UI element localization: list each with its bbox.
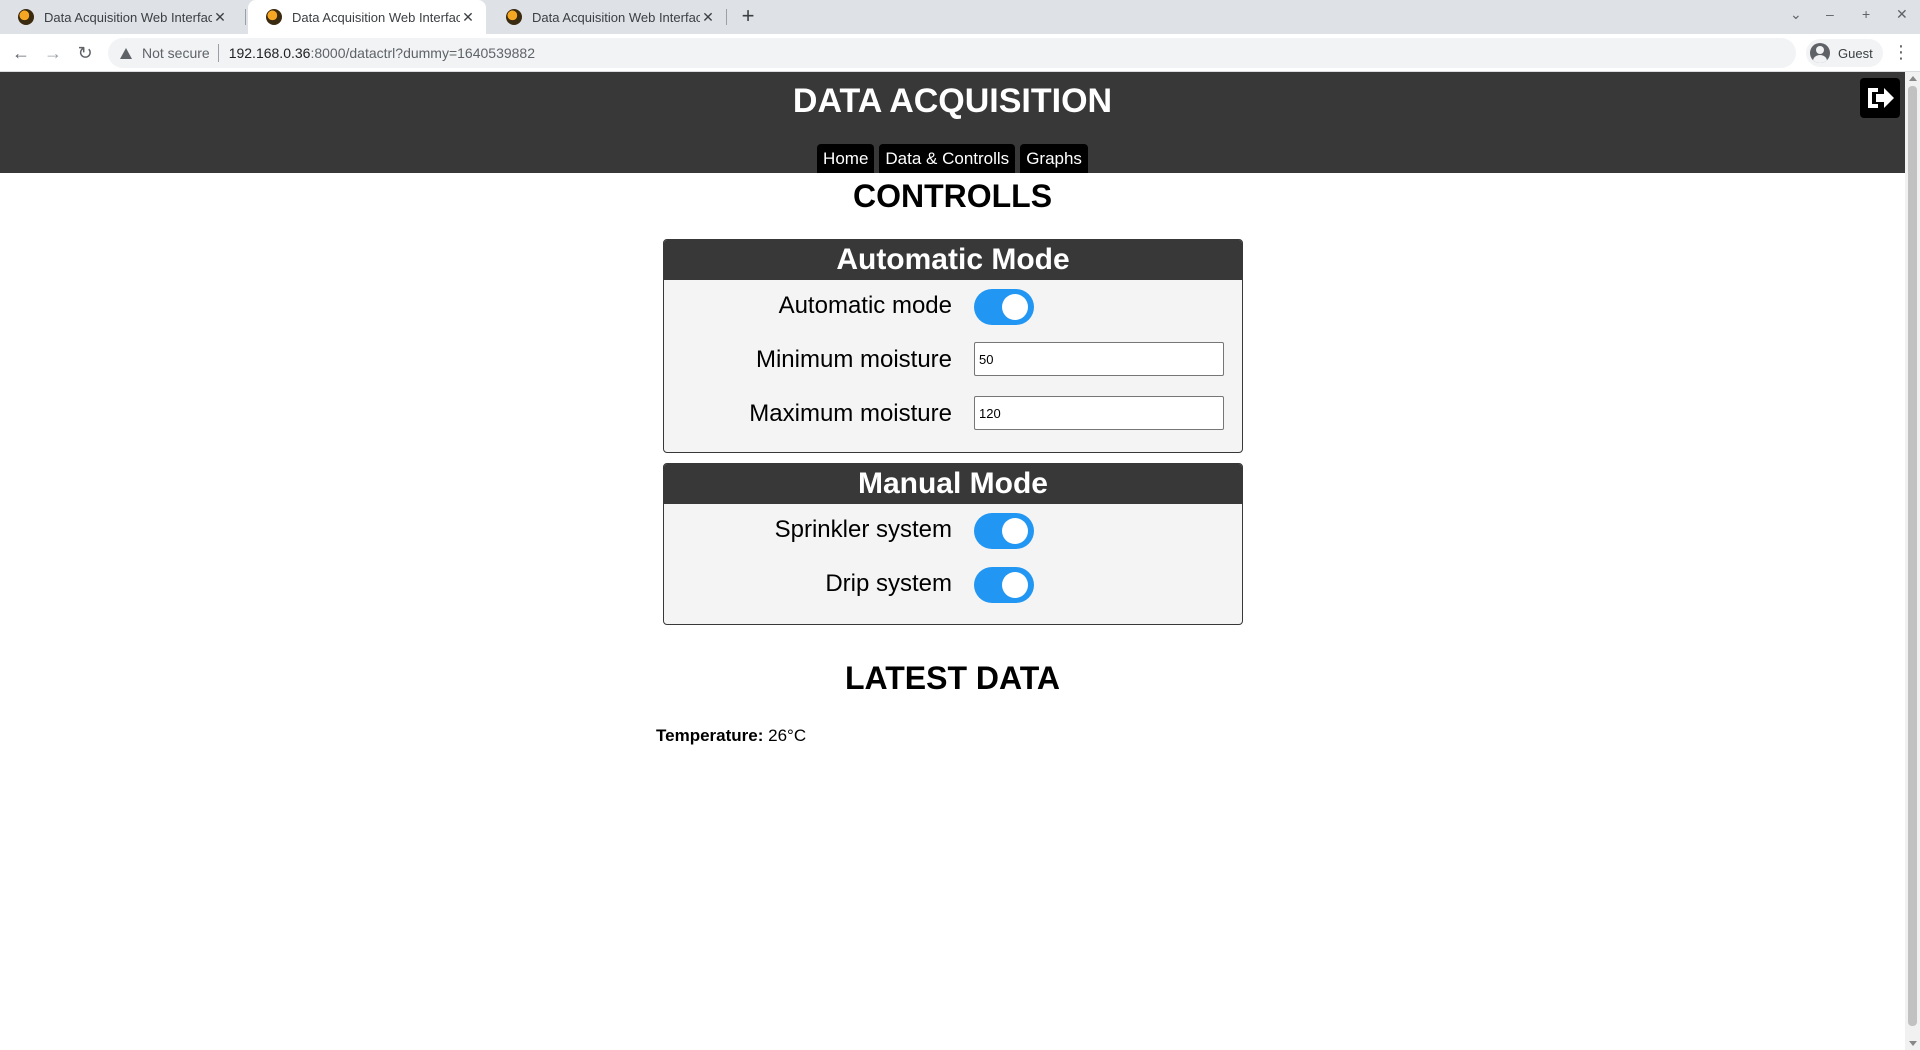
browser-tab-bar: Data Acquisition Web Interface ✕ Data Ac… [0,0,1920,34]
toggle-knob [1002,518,1028,544]
site-title: DATA ACQUISITION [792,82,1113,120]
automatic-mode-row: Automatic mode [664,280,1242,334]
avatar-icon [1810,43,1830,63]
site-favicon-icon [266,9,282,25]
site-favicon-icon [18,9,34,25]
close-window-icon[interactable]: ✕ [1896,6,1908,23]
manual-mode-panel: Manual Mode Sprinkler system Drip system [663,463,1243,625]
warning-icon [120,47,132,59]
maximum-moisture-input[interactable] [974,396,1224,430]
page-scrollbar[interactable] [1905,72,1920,1050]
scroll-down-arrow-icon[interactable] [1909,1041,1917,1046]
security-label[interactable]: Not secure [142,45,210,61]
minimum-moisture-input[interactable] [974,342,1224,376]
profile-label: Guest [1838,45,1873,61]
drip-system-toggle[interactable] [974,567,1034,603]
back-arrow-icon[interactable]: ← [10,42,32,64]
maximum-moisture-label: Maximum moisture [749,400,952,427]
scroll-up-arrow-icon[interactable] [1909,76,1917,81]
drip-system-row: Drip system [664,558,1242,612]
close-tab-icon[interactable]: ✕ [700,9,716,26]
address-bar[interactable]: Not secure 192.168.0.36:8000/datactrl?du… [108,38,1796,68]
browser-toolbar: ← → ↻ Not secure 192.168.0.36:8000/datac… [0,34,1920,72]
page-viewport: DATA ACQUISITION Home Data & Controlls G… [0,72,1905,1050]
site-favicon-icon [506,9,522,25]
maximize-icon[interactable]: + [1862,6,1870,22]
new-tab-button[interactable]: + [736,4,760,28]
close-tab-icon[interactable]: ✕ [460,9,476,26]
close-tab-icon[interactable]: ✕ [212,9,228,26]
url-host: 192.168.0.36 [228,45,311,61]
minimum-moisture-row: Minimum moisture [664,334,1242,388]
temperature-label: Temperature: [656,726,764,745]
nav-home[interactable]: Home [817,144,875,173]
tab-title: Data Acquisition Web Interface [532,9,700,25]
divider [217,44,219,62]
sprinkler-system-label: Sprinkler system [774,516,952,543]
sprinkler-system-row: Sprinkler system [664,504,1242,558]
tab-separator [245,9,246,25]
toggle-knob [1002,294,1028,320]
site-nav: Home Data & Controlls Graphs [0,144,1905,173]
automatic-mode-label: Automatic mode [778,292,952,319]
toggle-knob [1002,572,1028,598]
automatic-mode-panel: Automatic Mode Automatic mode Minimum mo… [663,239,1243,453]
automatic-mode-toggle[interactable] [974,289,1034,325]
automatic-mode-title: Automatic Mode [664,240,1242,280]
tab-search-chevron-icon[interactable]: ⌄ [1790,6,1802,23]
url-path: :8000/datactrl?dummy=1640539882 [310,45,536,61]
more-menu-icon[interactable]: ⋮ [1892,42,1910,63]
latest-data-heading: LATEST DATA [844,660,1061,696]
logout-button[interactable] [1860,78,1900,118]
tab-separator [726,9,727,25]
controls-heading: CONTROLLS [852,178,1053,214]
minimize-icon[interactable]: – [1826,6,1834,22]
browser-tab-3[interactable]: Data Acquisition Web Interface ✕ [488,0,726,34]
tab-title: Data Acquisition Web Interface [292,9,460,25]
nav-graphs[interactable]: Graphs [1020,144,1088,173]
tab-title: Data Acquisition Web Interface [44,9,212,25]
manual-mode-title: Manual Mode [664,464,1242,504]
drip-system-label: Drip system [825,570,952,597]
browser-tab-1[interactable]: Data Acquisition Web Interface ✕ [0,0,238,34]
reload-icon[interactable]: ↻ [74,42,96,64]
sprinkler-system-toggle[interactable] [974,513,1034,549]
temperature-reading: Temperature: 26°C [656,726,806,746]
scrollbar-thumb[interactable] [1908,86,1917,1026]
site-header: DATA ACQUISITION Home Data & Controlls G… [0,72,1905,173]
profile-button[interactable]: Guest [1806,39,1883,67]
minimum-moisture-label: Minimum moisture [755,346,952,373]
logout-icon [1868,88,1894,108]
maximum-moisture-row: Maximum moisture [664,388,1242,442]
forward-arrow-icon[interactable]: → [42,42,64,64]
nav-data-controls[interactable]: Data & Controlls [879,144,1016,173]
temperature-value: 26°C [768,726,807,745]
browser-tab-2-active[interactable]: Data Acquisition Web Interface ✕ [248,0,486,34]
